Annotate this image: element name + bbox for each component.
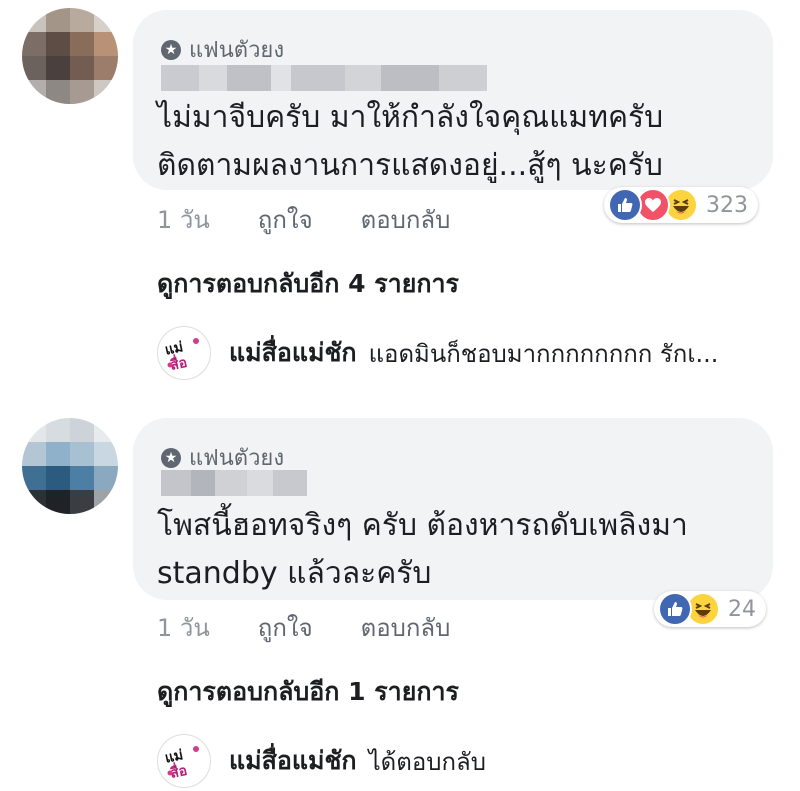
comment-timestamp[interactable]: 1 วัน [157,200,210,239]
commenter-name[interactable] [161,65,487,91]
commenter-avatar[interactable] [22,418,118,514]
page-avatar[interactable]: แม่ สื่อ [157,326,211,380]
reaction-summary[interactable]: 24 [654,591,766,627]
comment-bubble: ★ แฟนตัวยง ไม่มาจีบครับ มาให้กำลังใจคุณแ… [133,10,773,190]
reaction-count: 24 [728,596,756,622]
comment-timestamp[interactable]: 1 วัน [157,608,210,647]
like-icon [608,188,642,222]
like-link[interactable]: ถูกใจ [258,200,313,239]
view-more-replies[interactable]: ดูการตอบกลับอีก 1 รายการ [157,672,459,712]
page-avatar[interactable]: แม่ สื่อ [157,734,211,788]
commenter-name[interactable] [161,470,307,496]
reply-preview[interactable]: แม่ สื่อ แม่สื่อแม่ชัก แอดมินก็ชอบมากกกก… [157,326,718,380]
reaction-count: 323 [706,192,748,218]
comment-actions: 1 วัน ถูกใจ ตอบกลับ [157,608,498,647]
comment-line: โพสนี้ฮอทจริงๆ ครับ ต้องหารถดับเพลิงมา [157,508,688,543]
like-icon [658,592,692,626]
comment-actions: 1 วัน ถูกใจ ตอบกลับ [157,200,498,239]
comment-text: โพสนี้ฮอทจริงๆ ครับ ต้องหารถดับเพลิงมา s… [157,502,688,598]
star-icon: ★ [161,447,181,468]
like-link[interactable]: ถูกใจ [258,608,313,647]
view-more-replies[interactable]: ดูการตอบกลับอีก 4 รายการ [157,264,459,304]
commenter-avatar[interactable] [22,8,118,104]
reply-text: ได้ตอบกลับ [368,747,486,776]
comment-line: ติดตามผลงานการแสดงอยู่...สู้ๆ นะครับ [157,148,663,183]
reply-preview[interactable]: แม่ สื่อ แม่สื่อแม่ชัก ได้ตอบกลับ [157,734,486,788]
star-icon: ★ [161,39,181,60]
comment-bubble: ★ แฟนตัวยง โพสนี้ฮอทจริงๆ ครับ ต้องหารถด… [133,418,773,600]
reply-text: แอดมินก็ชอบมากกกกกกกก รักเ... [368,339,719,368]
reaction-summary[interactable]: 323 [604,187,758,223]
reply-link[interactable]: ตอบกลับ [361,608,451,647]
badge-label: แฟนตัวยง [189,38,285,63]
page-name[interactable]: แม่สื่อแม่ชัก [229,333,357,373]
top-fan-badge: ★ แฟนตัวยง [161,32,284,67]
reply-link[interactable]: ตอบกลับ [361,200,451,239]
comment-line: ไม่มาจีบครับ มาให้กำลังใจคุณแมทครับ [157,100,664,135]
comment-line: standby แล้วละครับ [157,556,432,591]
comment-text: ไม่มาจีบครับ มาให้กำลังใจคุณแมทครับ ติดต… [157,94,663,190]
page-name[interactable]: แม่สื่อแม่ชัก [229,741,357,781]
